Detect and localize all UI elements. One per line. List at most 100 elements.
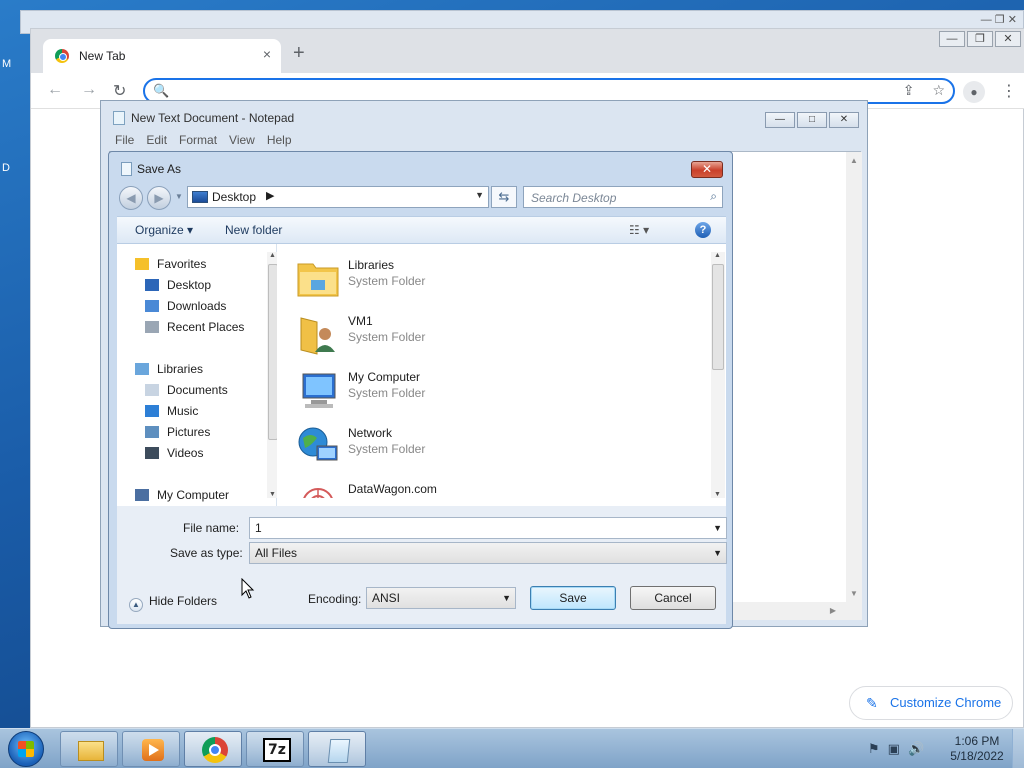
breadcrumb-arrow-icon[interactable]: ▶ bbox=[266, 189, 274, 202]
back-button[interactable]: ◀ bbox=[119, 186, 143, 210]
search-input[interactable]: Search Desktop ⌕ bbox=[523, 186, 723, 208]
encoding-select[interactable]: ANSI ▼ bbox=[366, 587, 516, 609]
close-button[interactable]: ✕ bbox=[995, 31, 1021, 47]
nav-item-label: Favorites bbox=[157, 257, 207, 271]
address-bar[interactable]: Desktop ▶ ▼ bbox=[187, 186, 489, 208]
customize-chrome-label: Customize Chrome bbox=[890, 695, 1002, 710]
back-arrow-icon[interactable]: ← bbox=[47, 81, 63, 99]
change-view-button[interactable]: ☷ ▾ bbox=[629, 223, 649, 237]
tab-close-icon[interactable]: × bbox=[263, 46, 271, 62]
savetype-select[interactable]: All Files ▼ bbox=[249, 542, 727, 564]
file-item[interactable]: DataWagon.comInternet Shortcut bbox=[291, 476, 651, 498]
customize-chrome-button[interactable]: ✎ Customize Chrome bbox=[849, 686, 1013, 720]
file-item[interactable]: Libraries System Folder bbox=[291, 252, 651, 304]
start-button[interactable] bbox=[8, 731, 44, 767]
nav-item-label: Libraries bbox=[157, 362, 204, 376]
menu-format[interactable]: Format bbox=[179, 133, 217, 147]
show-desktop-button[interactable] bbox=[1012, 729, 1024, 768]
encoding-dropdown-icon[interactable]: ▼ bbox=[502, 588, 511, 608]
scroll-down-icon[interactable]: ▼ bbox=[714, 491, 721, 498]
nav-item[interactable]: Downloads bbox=[145, 296, 226, 316]
desktop-icon-label[interactable]: M bbox=[2, 58, 11, 70]
nav-item[interactable]: Pictures bbox=[145, 422, 210, 442]
file-name: DataWagon.com bbox=[348, 482, 437, 496]
file-item[interactable]: My Computer System Folder bbox=[291, 364, 651, 416]
savetype-dropdown-icon[interactable]: ▼ bbox=[713, 543, 722, 563]
menu-help[interactable]: Help bbox=[267, 133, 292, 147]
refresh-button[interactable]: ⇆ bbox=[491, 186, 517, 208]
save-button[interactable]: Save bbox=[530, 586, 616, 610]
desktop-icon-label[interactable]: D bbox=[2, 162, 10, 174]
bookmark-star-icon[interactable]: ☆ bbox=[932, 82, 945, 98]
clock[interactable]: 1:06 PM 5/18/2022 bbox=[942, 734, 1012, 764]
file-list: Libraries System Folder VM1 System Folder My… bbox=[277, 244, 726, 506]
savetype-value[interactable]: All Files bbox=[255, 546, 297, 560]
cancel-button[interactable]: Cancel bbox=[630, 586, 716, 610]
encoding-value[interactable]: ANSI bbox=[372, 591, 400, 605]
network-tray-icon[interactable]: ▣ bbox=[888, 741, 900, 756]
videos-icon bbox=[145, 447, 159, 459]
nav-item[interactable]: Recent Places bbox=[145, 317, 244, 337]
scroll-up-icon[interactable]: ▲ bbox=[846, 152, 862, 165]
scroll-thumb[interactable] bbox=[712, 264, 724, 370]
taskbar-button[interactable] bbox=[184, 731, 242, 767]
nav-item-label: Videos bbox=[167, 446, 204, 460]
vertical-scrollbar[interactable]: ▲ ▼ bbox=[846, 152, 862, 602]
search-placeholder: Search Desktop bbox=[531, 191, 617, 205]
taskbar-button[interactable] bbox=[122, 731, 180, 767]
help-icon[interactable]: ? bbox=[695, 222, 711, 238]
forward-arrow-icon[interactable]: → bbox=[81, 81, 97, 99]
new-tab-button[interactable]: + bbox=[293, 43, 305, 63]
nav-item[interactable]: Favorites bbox=[135, 254, 206, 274]
libraries-folder-icon bbox=[295, 256, 341, 300]
nav-item[interactable]: Desktop bbox=[145, 275, 211, 295]
nav-item[interactable]: Documents bbox=[145, 380, 228, 400]
tab-new-tab[interactable]: New Tab × bbox=[43, 39, 281, 73]
organize-button[interactable]: Organize ▾ bbox=[135, 223, 193, 237]
libraries-icon bbox=[135, 363, 149, 375]
file-item[interactable]: VM1 System Folder bbox=[291, 308, 651, 360]
notepad-icon bbox=[324, 737, 352, 763]
scroll-right-icon[interactable]: ▶ bbox=[830, 606, 836, 615]
chrome-menu-icon[interactable]: ⋮ bbox=[1001, 81, 1017, 101]
minimize-button[interactable]: — bbox=[939, 31, 965, 47]
background-window-controls[interactable]: — ❐ ✕ bbox=[981, 13, 1017, 26]
maximize-button[interactable]: □ bbox=[797, 112, 827, 128]
minimize-button[interactable]: — bbox=[765, 112, 795, 128]
search-icon[interactable]: ⌕ bbox=[710, 189, 717, 204]
nav-item[interactable]: Videos bbox=[145, 443, 203, 463]
action-center-icon[interactable]: ⚑ bbox=[868, 741, 880, 756]
close-button[interactable]: ✕ bbox=[691, 161, 723, 178]
scroll-down-icon[interactable]: ▼ bbox=[846, 589, 862, 598]
profile-avatar-icon[interactable]: ● bbox=[963, 81, 985, 103]
share-icon[interactable]: ⇪ bbox=[903, 82, 915, 98]
menu-file[interactable]: File bbox=[115, 133, 134, 147]
menu-view[interactable]: View bbox=[229, 133, 255, 147]
scroll-down-icon[interactable]: ▼ bbox=[269, 491, 276, 498]
scroll-up-icon[interactable]: ▲ bbox=[714, 252, 721, 259]
recent-locations-dropdown-icon[interactable]: ▼ bbox=[175, 192, 183, 201]
new-folder-button[interactable]: New folder bbox=[225, 223, 282, 237]
nav-item[interactable]: Music bbox=[145, 401, 198, 421]
scroll-up-icon[interactable]: ▲ bbox=[269, 252, 276, 259]
taskbar-button[interactable] bbox=[60, 731, 118, 767]
taskbar-button[interactable]: 7z bbox=[246, 731, 304, 767]
address-location[interactable]: Desktop bbox=[212, 190, 256, 204]
file-name: My Computer bbox=[348, 370, 421, 384]
close-button[interactable]: ✕ bbox=[829, 112, 859, 128]
filename-value[interactable]: 1 bbox=[255, 521, 262, 535]
forward-button[interactable]: ▶ bbox=[147, 186, 171, 210]
address-dropdown-icon[interactable]: ▼ bbox=[475, 190, 484, 200]
taskbar-button[interactable] bbox=[308, 731, 366, 767]
filename-dropdown-icon[interactable]: ▼ bbox=[713, 518, 722, 538]
filename-input[interactable]: 1 ▼ bbox=[249, 517, 727, 539]
nav-item[interactable]: My Computer bbox=[135, 485, 229, 505]
nav-item[interactable]: Libraries bbox=[135, 359, 203, 379]
restore-button[interactable]: ❐ bbox=[967, 31, 993, 47]
volume-icon[interactable]: 🔊 bbox=[908, 741, 924, 756]
reload-icon[interactable]: ↻ bbox=[113, 81, 126, 101]
file-list-scrollbar[interactable]: ▲ ▼ bbox=[711, 252, 725, 498]
hide-folders-button[interactable]: ▲ Hide Folders bbox=[129, 594, 217, 612]
menu-edit[interactable]: Edit bbox=[146, 133, 167, 147]
file-item[interactable]: Network System Folder bbox=[291, 420, 651, 472]
